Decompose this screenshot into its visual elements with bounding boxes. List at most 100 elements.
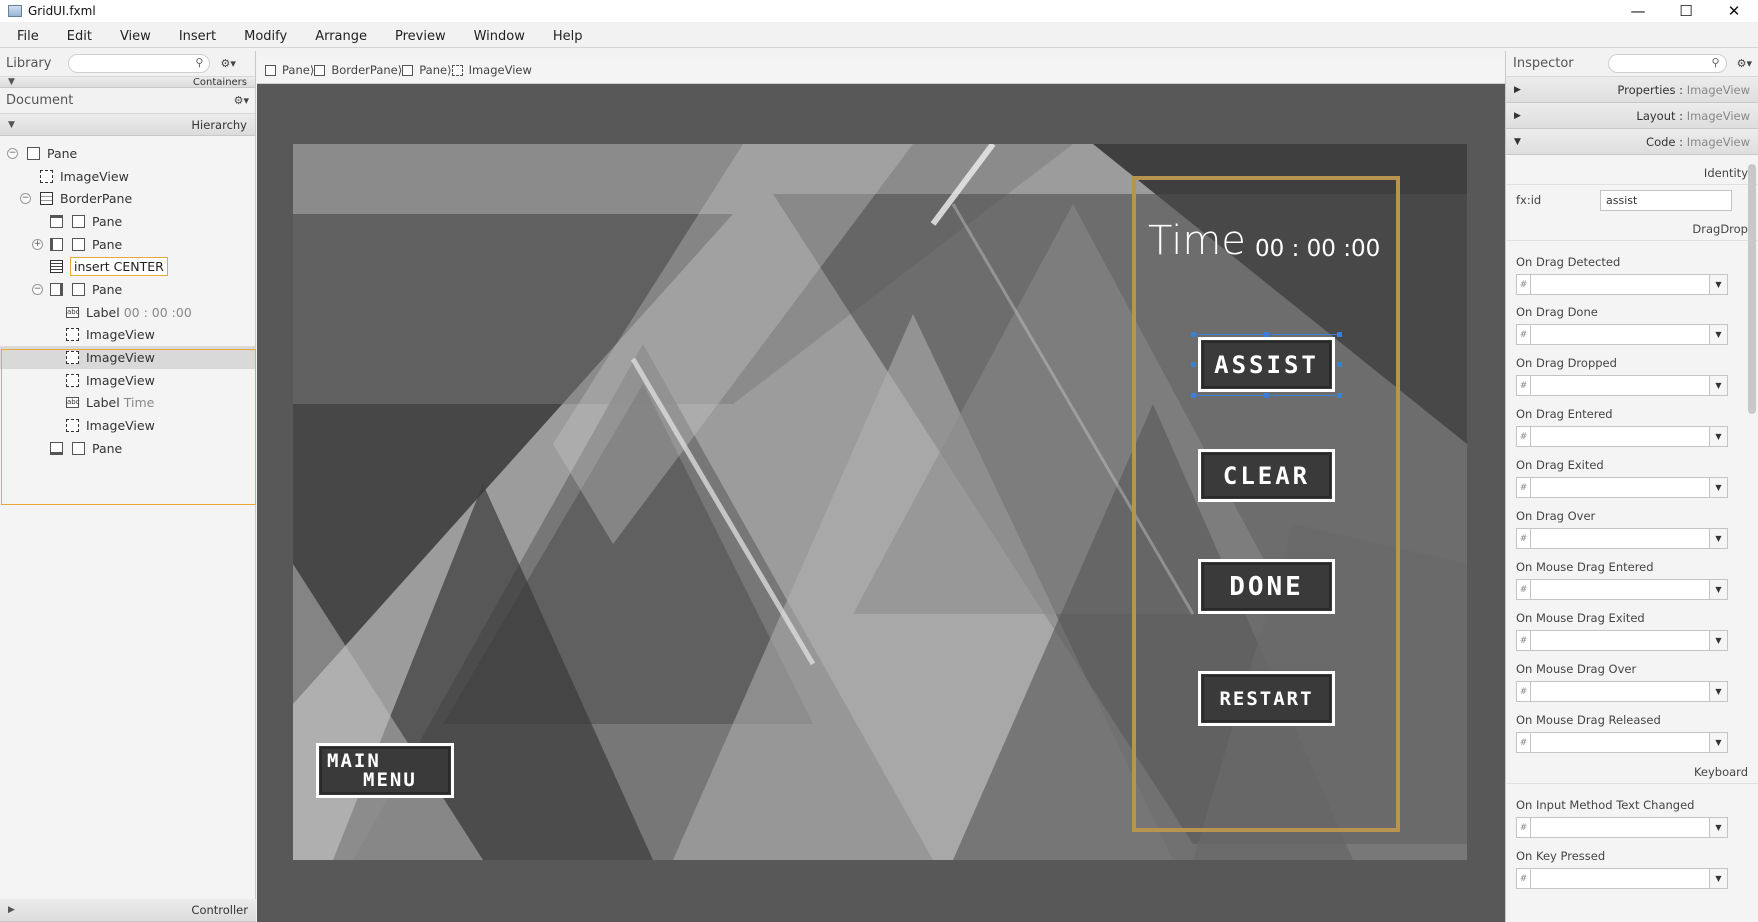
tree-item-imageview[interactable]: ImageView — [0, 165, 255, 188]
inspector-scrollbar[interactable] — [1748, 164, 1756, 414]
tree-item-insert-center[interactable]: insert CENTER — [0, 255, 255, 278]
expand-icon[interactable]: + — [32, 238, 43, 250]
tree-item-label-time[interactable]: abc Label Time — [0, 392, 255, 415]
event-handler-input[interactable] — [1530, 477, 1710, 498]
tree-item-label-timer[interactable]: abc Label 00 : 00 :00 — [0, 301, 255, 324]
collapse-icon[interactable]: − — [7, 147, 18, 159]
chevron-down-icon[interactable]: ▼ — [1710, 375, 1728, 396]
inspector-title: Inspector — [1513, 56, 1574, 71]
design-canvas[interactable]: Time 00 : 00 :00 ASSIST CLEAR DONE RESTA… — [257, 84, 1505, 922]
tree-item-imageview-selected[interactable]: ImageView — [0, 346, 255, 369]
resize-handle[interactable] — [1264, 393, 1269, 398]
collapse-icon[interactable]: − — [20, 193, 31, 205]
tree-item-pane-top[interactable]: Pane — [0, 210, 255, 233]
inspector-header: Inspector ⚲ ⚙▾ — [1506, 51, 1758, 77]
tree-item-pane-left[interactable]: + Pane — [0, 233, 255, 256]
maximize-button[interactable]: ☐ — [1662, 0, 1710, 22]
collapse-icon: ▼ — [8, 119, 15, 130]
chevron-down-icon[interactable]: ▼ — [1710, 630, 1728, 651]
hierarchy-section[interactable]: ▼ Hierarchy — [0, 114, 255, 136]
borderpane-icon — [40, 192, 53, 206]
imageview-icon — [66, 351, 79, 365]
breadcrumb-imageview[interactable]: ImageView — [451, 63, 532, 77]
restart-button[interactable]: RESTART — [1198, 671, 1335, 726]
chevron-down-icon[interactable]: ▼ — [1710, 477, 1728, 498]
event-handler-input[interactable] — [1530, 630, 1710, 651]
event-handler-input[interactable] — [1530, 426, 1710, 447]
chevron-down-icon[interactable]: ▼ — [1710, 274, 1728, 295]
clear-button[interactable]: CLEAR — [1198, 449, 1335, 502]
code-section[interactable]: ▼ Code : ImageView — [1506, 129, 1758, 155]
event-handler-input[interactable] — [1530, 817, 1710, 838]
properties-section[interactable]: ▶ Properties : ImageView — [1506, 77, 1758, 103]
menu-file[interactable]: File — [0, 29, 50, 44]
event-handler-input[interactable] — [1530, 375, 1710, 396]
tree-item-pane-bottom[interactable]: Pane — [0, 437, 255, 460]
chevron-down-icon[interactable]: ▼ — [1710, 868, 1728, 889]
breadcrumb-pane[interactable]: Pane — [265, 63, 310, 77]
inspector-search-input[interactable]: ⚲ — [1607, 54, 1727, 73]
tree-item-borderpane[interactable]: − BorderPane — [0, 187, 255, 210]
resize-handle[interactable] — [1191, 393, 1196, 398]
title-bar: GridUI.fxml — ☐ ✕ — [0, 0, 1758, 22]
hash-icon: # — [1516, 324, 1530, 345]
tree-item-imageview[interactable]: ImageView — [0, 369, 255, 392]
menu-window[interactable]: Window — [457, 29, 536, 44]
menu-help[interactable]: Help — [536, 29, 594, 44]
document-header: Document ⚙▾ — [0, 88, 255, 114]
event-handler-input[interactable] — [1530, 579, 1710, 600]
chevron-down-icon[interactable]: ▼ — [1710, 817, 1728, 838]
resize-handle[interactable] — [1264, 332, 1269, 337]
inspector-gear-icon[interactable]: ⚙▾ — [1737, 57, 1752, 70]
menu-preview[interactable]: Preview — [378, 29, 457, 44]
assist-button[interactable]: ASSIST — [1198, 337, 1335, 392]
minimize-button[interactable]: — — [1614, 0, 1662, 22]
library-gear-icon[interactable]: ⚙▾ — [220, 57, 235, 70]
document-gear-icon[interactable]: ⚙▾ — [234, 94, 249, 107]
collapse-icon: ▼ — [8, 77, 15, 87]
resize-handle[interactable] — [1191, 332, 1196, 337]
chevron-down-icon[interactable]: ▼ — [1710, 681, 1728, 702]
chevron-down-icon[interactable]: ▼ — [1710, 324, 1728, 345]
collapse-icon[interactable]: − — [32, 283, 43, 295]
controller-section[interactable]: ▶ Controller — [0, 899, 256, 922]
pane-icon — [72, 214, 85, 228]
resize-handle[interactable] — [1337, 332, 1342, 337]
breadcrumb-borderpane[interactable]: BorderPane — [314, 63, 398, 77]
chevron-down-icon[interactable]: ▼ — [1710, 528, 1728, 549]
menu-insert[interactable]: Insert — [162, 29, 227, 44]
menu-view[interactable]: View — [103, 29, 162, 44]
tree-item-imageview[interactable]: ImageView — [0, 324, 255, 347]
resize-handle[interactable] — [1337, 393, 1342, 398]
chevron-down-icon[interactable]: ▼ — [1710, 579, 1728, 600]
app-icon — [8, 5, 22, 17]
event-handler-input[interactable] — [1530, 274, 1710, 295]
fxid-input[interactable] — [1600, 189, 1732, 211]
event-handler-input[interactable] — [1530, 324, 1710, 345]
done-button[interactable]: DONE — [1198, 559, 1335, 614]
event-handler-input[interactable] — [1530, 681, 1710, 702]
event-handler-input[interactable] — [1530, 528, 1710, 549]
tree-item-pane-right[interactable]: − Pane — [0, 278, 255, 301]
event-row: On Mouse Drag Released # ▼ — [1506, 699, 1758, 753]
tree-item-pane[interactable]: − Pane — [0, 142, 255, 165]
menu-arrange[interactable]: Arrange — [298, 29, 378, 44]
resize-handle[interactable] — [1337, 362, 1342, 367]
menu-edit[interactable]: Edit — [50, 29, 103, 44]
chevron-down-icon[interactable]: ▼ — [1710, 732, 1728, 753]
close-button[interactable]: ✕ — [1710, 0, 1758, 22]
library-section-containers[interactable]: ▼ Containers — [0, 77, 255, 88]
breadcrumb-pane-2[interactable]: Pane — [402, 63, 447, 77]
layout-section[interactable]: ▶ Layout : ImageView — [1506, 103, 1758, 129]
event-handler-input[interactable] — [1530, 868, 1710, 889]
tree-item-imageview[interactable]: ImageView — [0, 414, 255, 437]
scene-preview[interactable]: Time 00 : 00 :00 ASSIST CLEAR DONE RESTA… — [293, 144, 1467, 860]
resize-handle[interactable] — [1191, 362, 1196, 367]
main-menu-button[interactable]: MAIN MENU — [316, 743, 454, 798]
chevron-down-icon[interactable]: ▼ — [1710, 426, 1728, 447]
hash-icon: # — [1516, 732, 1530, 753]
label-icon: abc — [66, 306, 80, 318]
library-search-input[interactable]: ⚲ — [68, 54, 211, 73]
event-handler-input[interactable] — [1530, 732, 1710, 753]
menu-modify[interactable]: Modify — [227, 29, 298, 44]
